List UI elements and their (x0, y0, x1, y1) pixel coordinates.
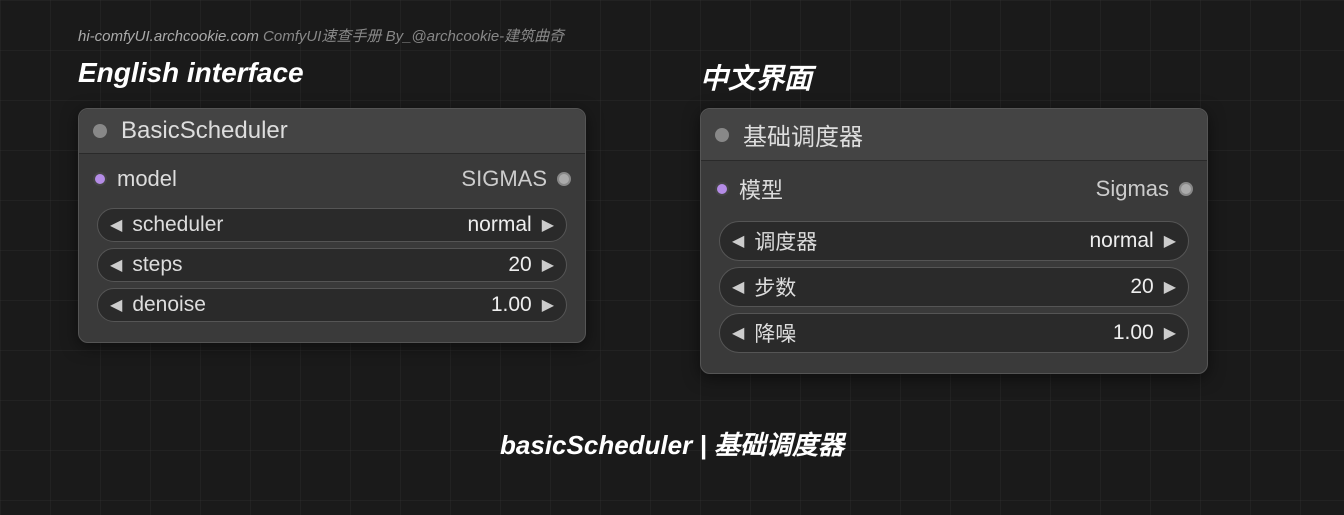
widget-value[interactable]: normal (817, 229, 1153, 253)
widget-value[interactable]: normal (223, 213, 531, 237)
widget-label: steps (132, 253, 182, 277)
chevron-right-icon[interactable]: ▶ (542, 255, 554, 275)
output-label: Sigmas (1096, 176, 1169, 202)
io-row: 模型 Sigmas (713, 169, 1195, 215)
node-body: model SIGMAS ◀ scheduler normal ▶ ◀ step… (79, 154, 585, 342)
chevron-right-icon[interactable]: ▶ (1164, 277, 1176, 297)
chevron-right-icon[interactable]: ▶ (1164, 323, 1176, 343)
node-basic-scheduler-zh[interactable]: 基础调度器 模型 Sigmas ◀ 调度器 normal ▶ ◀ 步数 20 ▶… (700, 108, 1208, 374)
chevron-left-icon[interactable]: ◀ (732, 231, 744, 251)
widget-scheduler[interactable]: ◀ 调度器 normal ▶ (719, 221, 1189, 261)
widget-label: scheduler (132, 213, 223, 237)
chevron-left-icon[interactable]: ◀ (732, 323, 744, 343)
widget-scheduler[interactable]: ◀ scheduler normal ▶ (97, 208, 567, 242)
widget-value[interactable]: 1.00 (206, 293, 532, 317)
widget-label: 降噪 (754, 318, 796, 348)
widget-steps[interactable]: ◀ steps 20 ▶ (97, 248, 567, 282)
interface-label-chinese: 中文界面 (700, 57, 812, 97)
interface-label-english: English interface (78, 57, 304, 89)
widget-steps[interactable]: ◀ 步数 20 ▶ (719, 267, 1189, 307)
widget-value[interactable]: 20 (183, 253, 532, 277)
widget-value[interactable]: 1.00 (796, 321, 1153, 345)
watermark-text: hi-comfyUI.archcookie.com ComfyUI速查手册 By… (78, 25, 564, 46)
input-label: model (117, 166, 177, 192)
output-label: SIGMAS (461, 166, 547, 192)
caption-text: basicScheduler | 基础调度器 (0, 425, 1344, 462)
watermark-desc: ComfyUI速查手册 By_@archcookie-建筑曲奇 (259, 28, 564, 45)
node-body: 模型 Sigmas ◀ 调度器 normal ▶ ◀ 步数 20 ▶ ◀ 降噪 … (701, 161, 1207, 373)
node-header[interactable]: 基础调度器 (701, 109, 1207, 161)
chevron-left-icon[interactable]: ◀ (110, 215, 122, 235)
input-label: 模型 (739, 173, 783, 205)
chevron-left-icon[interactable]: ◀ (110, 255, 122, 275)
socket-icon[interactable] (93, 172, 107, 186)
chevron-right-icon[interactable]: ▶ (542, 215, 554, 235)
chevron-right-icon[interactable]: ▶ (542, 295, 554, 315)
collapse-dot-icon[interactable] (93, 124, 107, 138)
widget-label: 调度器 (754, 226, 817, 256)
chevron-right-icon[interactable]: ▶ (1164, 231, 1176, 251)
collapse-dot-icon[interactable] (715, 128, 729, 142)
node-title: 基础调度器 (743, 117, 863, 152)
widget-value[interactable]: 20 (796, 275, 1153, 299)
input-socket-model[interactable]: model (93, 166, 177, 192)
chevron-left-icon[interactable]: ◀ (110, 295, 122, 315)
chevron-left-icon[interactable]: ◀ (732, 277, 744, 297)
socket-icon[interactable] (1179, 182, 1193, 196)
watermark-url: hi-comfyUI.archcookie.com (78, 28, 259, 45)
node-basic-scheduler-en[interactable]: BasicScheduler model SIGMAS ◀ scheduler … (78, 108, 586, 343)
widget-denoise[interactable]: ◀ denoise 1.00 ▶ (97, 288, 567, 322)
node-title: BasicScheduler (121, 117, 288, 145)
widget-label: 步数 (754, 272, 796, 302)
socket-icon[interactable] (715, 182, 729, 196)
widget-label: denoise (132, 293, 206, 317)
socket-icon[interactable] (557, 172, 571, 186)
input-socket-model[interactable]: 模型 (715, 173, 783, 205)
output-socket-sigmas[interactable]: Sigmas (1096, 176, 1193, 202)
output-socket-sigmas[interactable]: SIGMAS (461, 166, 571, 192)
io-row: model SIGMAS (91, 162, 573, 202)
widget-denoise[interactable]: ◀ 降噪 1.00 ▶ (719, 313, 1189, 353)
node-header[interactable]: BasicScheduler (79, 109, 585, 154)
